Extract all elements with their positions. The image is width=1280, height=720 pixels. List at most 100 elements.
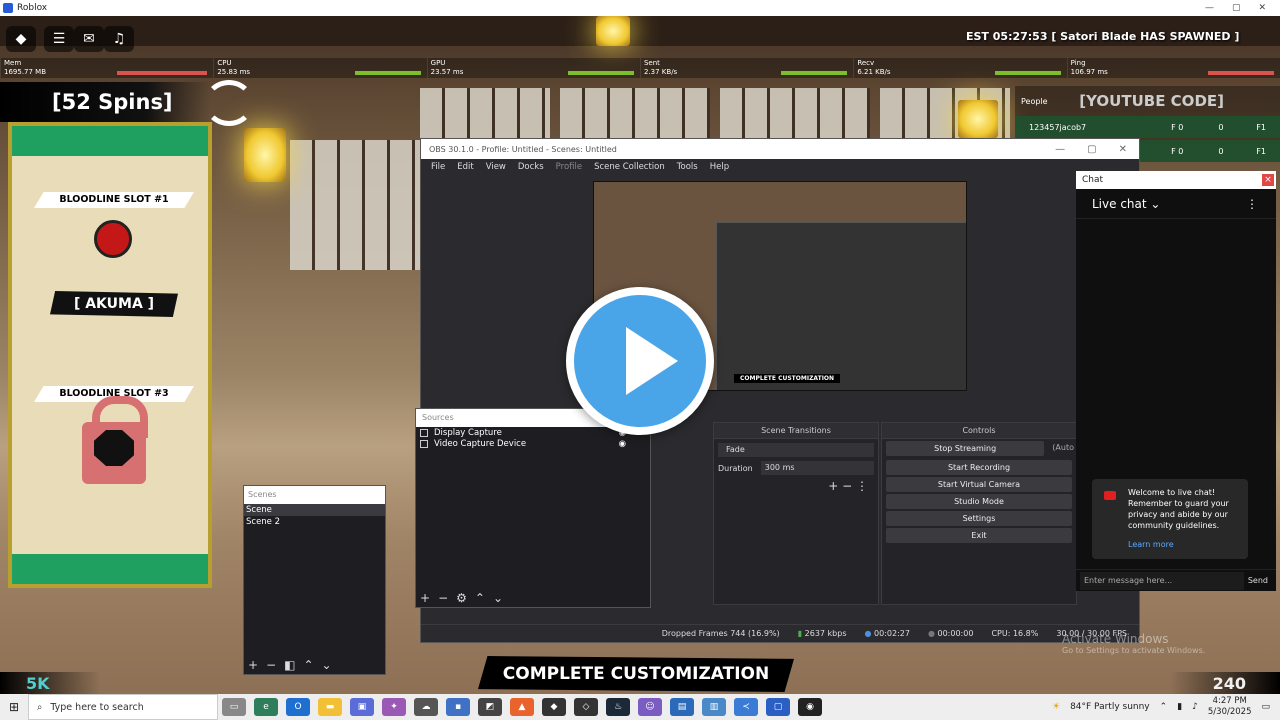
cpu-usage: CPU: 16.8%: [991, 629, 1039, 638]
menu-scene-collection[interactable]: Scene Collection: [588, 162, 671, 172]
spin-icon[interactable]: [204, 80, 254, 126]
discord-icon[interactable]: ☺: [638, 698, 662, 716]
spawn-notice: EST 05:27:53 [ Satori Blade HAS SPAWNED …: [966, 30, 1240, 43]
start-virtual-camera-button[interactable]: Start Virtual Camera: [886, 477, 1072, 492]
obs-maximize-button[interactable]: ▢: [1087, 144, 1096, 155]
camera-icon: [420, 439, 428, 448]
app-icon[interactable]: ▪: [446, 698, 470, 716]
learn-more-link[interactable]: Learn more: [1128, 539, 1240, 550]
outlook-icon[interactable]: O: [286, 698, 310, 716]
studio-mode-button[interactable]: Studio Mode: [886, 494, 1072, 509]
obs-close-button[interactable]: ✕: [1119, 144, 1127, 155]
close-icon[interactable]: ×: [1262, 174, 1274, 186]
obs-minimize-button[interactable]: —: [1055, 144, 1065, 155]
move-up-icon[interactable]: ⌃: [475, 591, 485, 605]
menu-file[interactable]: File: [425, 162, 451, 172]
list-item[interactable]: Scene: [244, 504, 385, 516]
transition-menu-icon[interactable]: ⋮: [856, 479, 868, 493]
perf-gpu: GPU 23.57 ms: [426, 58, 640, 78]
windows-start-icon[interactable]: ⊞: [0, 694, 28, 720]
obs-taskbar-icon[interactable]: ◉: [798, 698, 822, 716]
exit-button[interactable]: Exit: [886, 528, 1072, 543]
roblox-taskbar-icon[interactable]: ◇: [574, 698, 598, 716]
headset-icon[interactable]: ♫: [104, 26, 134, 52]
tray-chevron-icon[interactable]: ⌃: [1160, 702, 1168, 712]
list-item[interactable]: Video Capture Device ◉: [416, 438, 650, 449]
perf-recv: Recv 6.21 KB/s: [853, 58, 1066, 78]
vscode-icon[interactable]: ≺: [734, 698, 758, 716]
perf-sent: Sent 2.37 KB/s: [639, 58, 853, 78]
chat-message-input[interactable]: Enter message here...: [1080, 571, 1244, 590]
weather-icon: ☀: [1051, 702, 1061, 712]
copilot-icon[interactable]: ✦: [382, 698, 406, 716]
remove-scene-button[interactable]: −: [266, 658, 276, 672]
volume-icon[interactable]: ♪: [1192, 702, 1198, 712]
menu-edit[interactable]: Edit: [451, 162, 479, 172]
menu-profile[interactable]: Profile: [550, 162, 588, 172]
menu-help[interactable]: Help: [704, 162, 735, 172]
perf-ping: Ping 106.97 ms: [1066, 58, 1280, 78]
roblox-studio-icon[interactable]: ◆: [542, 698, 566, 716]
chevron-down-icon[interactable]: ⌄: [1147, 197, 1160, 211]
settings-button[interactable]: Settings: [886, 511, 1072, 526]
add-transition-button[interactable]: +: [828, 479, 838, 493]
duration-input[interactable]: 300 ms: [760, 461, 874, 475]
app2-icon[interactable]: ▢: [766, 698, 790, 716]
eye-icon[interactable]: ◉: [619, 439, 626, 449]
sources-dock: Sources Display Capture ◉ Video Capture …: [415, 408, 651, 608]
move-down-icon[interactable]: ⌄: [322, 658, 332, 672]
stop-streaming-button[interactable]: Stop Streaming: [886, 441, 1045, 456]
hamburger-menu-button[interactable]: ☰: [44, 26, 74, 52]
file-explorer-icon[interactable]: ▬: [318, 698, 342, 716]
chat-icon[interactable]: ✉: [74, 26, 104, 52]
slot1-label: BLOODLINE SLOT #1: [34, 192, 194, 208]
table-row[interactable]: 123457jacob7 F 0 0 F1: [1015, 116, 1280, 138]
remote-desktop-icon[interactable]: ▤: [670, 698, 694, 716]
monitor-icon: [420, 428, 428, 437]
more-options-icon[interactable]: ⋮: [1246, 197, 1258, 211]
remove-transition-button[interactable]: −: [842, 479, 852, 493]
store-icon[interactable]: ▣: [350, 698, 374, 716]
source-settings-icon[interactable]: ⚙: [456, 591, 467, 605]
steam-icon[interactable]: ♨: [606, 698, 630, 716]
remove-source-button[interactable]: −: [438, 591, 448, 605]
perf-cpu: CPU 25.83 ms: [213, 58, 426, 78]
stream-icon: ●: [864, 629, 872, 638]
controls-title: Controls: [882, 423, 1076, 439]
play-icon[interactable]: [566, 287, 714, 435]
transition-select[interactable]: Fade: [718, 443, 874, 457]
maximize-button[interactable]: ▢: [1232, 3, 1241, 13]
edge-icon[interactable]: e: [254, 698, 278, 716]
live-chat-dropdown[interactable]: Live chat: [1092, 197, 1147, 211]
capcut-icon[interactable]: ◩: [478, 698, 502, 716]
taskbar-search[interactable]: ⌕ Type here to search: [28, 694, 218, 720]
chat-input-bar: Enter message here... Send: [1076, 569, 1276, 591]
menu-docks[interactable]: Docks: [512, 162, 550, 172]
chat-title-bar: Chat ×: [1076, 171, 1276, 189]
notifications-icon[interactable]: ▭: [1261, 702, 1270, 712]
task-view-icon[interactable]: ▭: [222, 698, 246, 716]
network-icon[interactable]: ▮: [1177, 702, 1182, 712]
brave-icon[interactable]: ▲: [510, 698, 534, 716]
weather-text[interactable]: 84°F Partly sunny: [1070, 702, 1150, 712]
add-source-button[interactable]: +: [420, 591, 430, 605]
close-button[interactable]: ✕: [1258, 3, 1266, 13]
move-down-icon[interactable]: ⌄: [493, 591, 503, 605]
send-button[interactable]: Send: [1248, 576, 1276, 585]
lock-icon[interactable]: [82, 396, 148, 484]
menu-tools[interactable]: Tools: [671, 162, 704, 172]
lb-header-people: People: [1021, 96, 1048, 106]
menu-view[interactable]: View: [480, 162, 512, 172]
signal-icon: ▮: [797, 629, 803, 638]
list-item[interactable]: Scene 2: [244, 516, 385, 528]
scene-filter-icon[interactable]: ◧: [284, 658, 295, 672]
start-recording-button[interactable]: Start Recording: [886, 460, 1072, 475]
taskbar-clock[interactable]: 4:27 PM 5/30/2025: [1208, 696, 1252, 718]
minimize-button[interactable]: —: [1205, 3, 1214, 13]
cloud-icon[interactable]: ☁: [414, 698, 438, 716]
add-scene-button[interactable]: +: [248, 658, 258, 672]
folder-icon[interactable]: ▥: [702, 698, 726, 716]
roblox-menu-button[interactable]: ◆: [6, 26, 36, 52]
move-up-icon[interactable]: ⌃: [303, 658, 313, 672]
auto-label: (Auto: [1052, 443, 1074, 452]
